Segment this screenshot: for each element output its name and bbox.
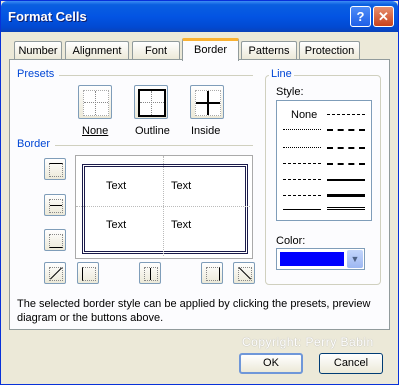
tab-border[interactable]: Border [182,38,239,61]
border-diagonal-down-button[interactable] [233,262,255,284]
border-right-button[interactable] [201,262,223,284]
format-cells-dialog: Format Cells ? ✕ Number Alignment Font B… [0,0,399,385]
tab-font[interactable]: Font [132,41,180,59]
presets-label: Presets [17,68,55,80]
style-option[interactable] [327,194,365,197]
copyright-watermark: Copyright: Perry Babin [242,335,374,349]
ok-button[interactable]: OK [239,353,303,374]
tab-alignment[interactable]: Alignment [65,41,129,59]
border-left-icon [82,267,96,281]
style-option[interactable] [327,163,365,165]
preset-none-button[interactable] [78,85,112,119]
border-divider [55,145,253,146]
border-horizontal-icon [49,199,63,213]
style-none-option[interactable]: None [291,109,317,121]
diagonal-up-icon [49,267,63,281]
border-middle-horizontal-button[interactable] [44,194,66,216]
preset-none-label: None [82,125,109,137]
border-diagonal-up-button[interactable] [44,262,66,284]
close-button[interactable]: ✕ [373,6,394,27]
border-label: Border [17,138,51,150]
tab-protection[interactable]: Protection [299,41,360,59]
preset-outline-label: Outline [135,125,170,137]
border-top-icon [49,163,63,177]
style-option[interactable] [327,114,365,115]
style-option[interactable] [283,129,321,130]
preview-text: Text [106,219,127,231]
preset-inside-label: Inside [191,125,221,137]
style-option[interactable] [327,207,365,210]
line-label: Line [269,68,294,80]
border-vertical-icon [144,267,158,281]
preview-text: Text [171,180,192,192]
border-right-icon [206,267,220,281]
title-bar[interactable]: Format Cells ? ✕ [1,1,398,32]
cancel-button[interactable]: Cancel [319,353,383,374]
border-inside-icon [195,90,221,116]
style-option[interactable] [283,163,321,164]
style-option[interactable] [283,195,321,196]
tab-patterns[interactable]: Patterns [241,41,297,59]
diagonal-down-icon [238,267,252,281]
style-option[interactable] [283,179,321,180]
style-option[interactable] [327,179,365,181]
preset-inside-button[interactable] [190,85,224,119]
help-button[interactable]: ? [350,6,371,27]
border-none-icon [83,90,109,116]
chevron-down-icon[interactable]: ▼ [347,250,363,268]
style-label: Style: [276,86,304,98]
help-description: The selected border style can be applied… [17,298,371,324]
preset-outline-button[interactable] [134,85,168,119]
color-dropdown[interactable]: ▼ [276,248,365,270]
border-outline-icon [138,89,166,117]
border-middle-vertical-button[interactable] [139,262,161,284]
tab-number[interactable]: Number [14,41,62,59]
preview-text: Text [106,180,127,192]
color-label: Color: [276,235,306,247]
preview-text: Text [171,219,192,231]
style-option[interactable] [283,147,321,148]
line-style-list[interactable]: None [276,100,372,221]
border-bottom-button[interactable] [44,229,66,251]
style-option[interactable] [327,129,365,131]
border-bottom-icon [49,234,63,248]
window-title: Format Cells [8,9,87,24]
preview-horizontal-guide [76,206,250,207]
style-option[interactable] [327,147,365,149]
border-preview-diagram[interactable]: Text Text Text Text [75,155,253,259]
border-left-button[interactable] [77,262,99,284]
style-option[interactable] [283,209,321,210]
presets-divider [59,75,253,76]
border-top-button[interactable] [44,158,66,180]
color-swatch [280,252,344,266]
preview-border-box [82,164,248,254]
